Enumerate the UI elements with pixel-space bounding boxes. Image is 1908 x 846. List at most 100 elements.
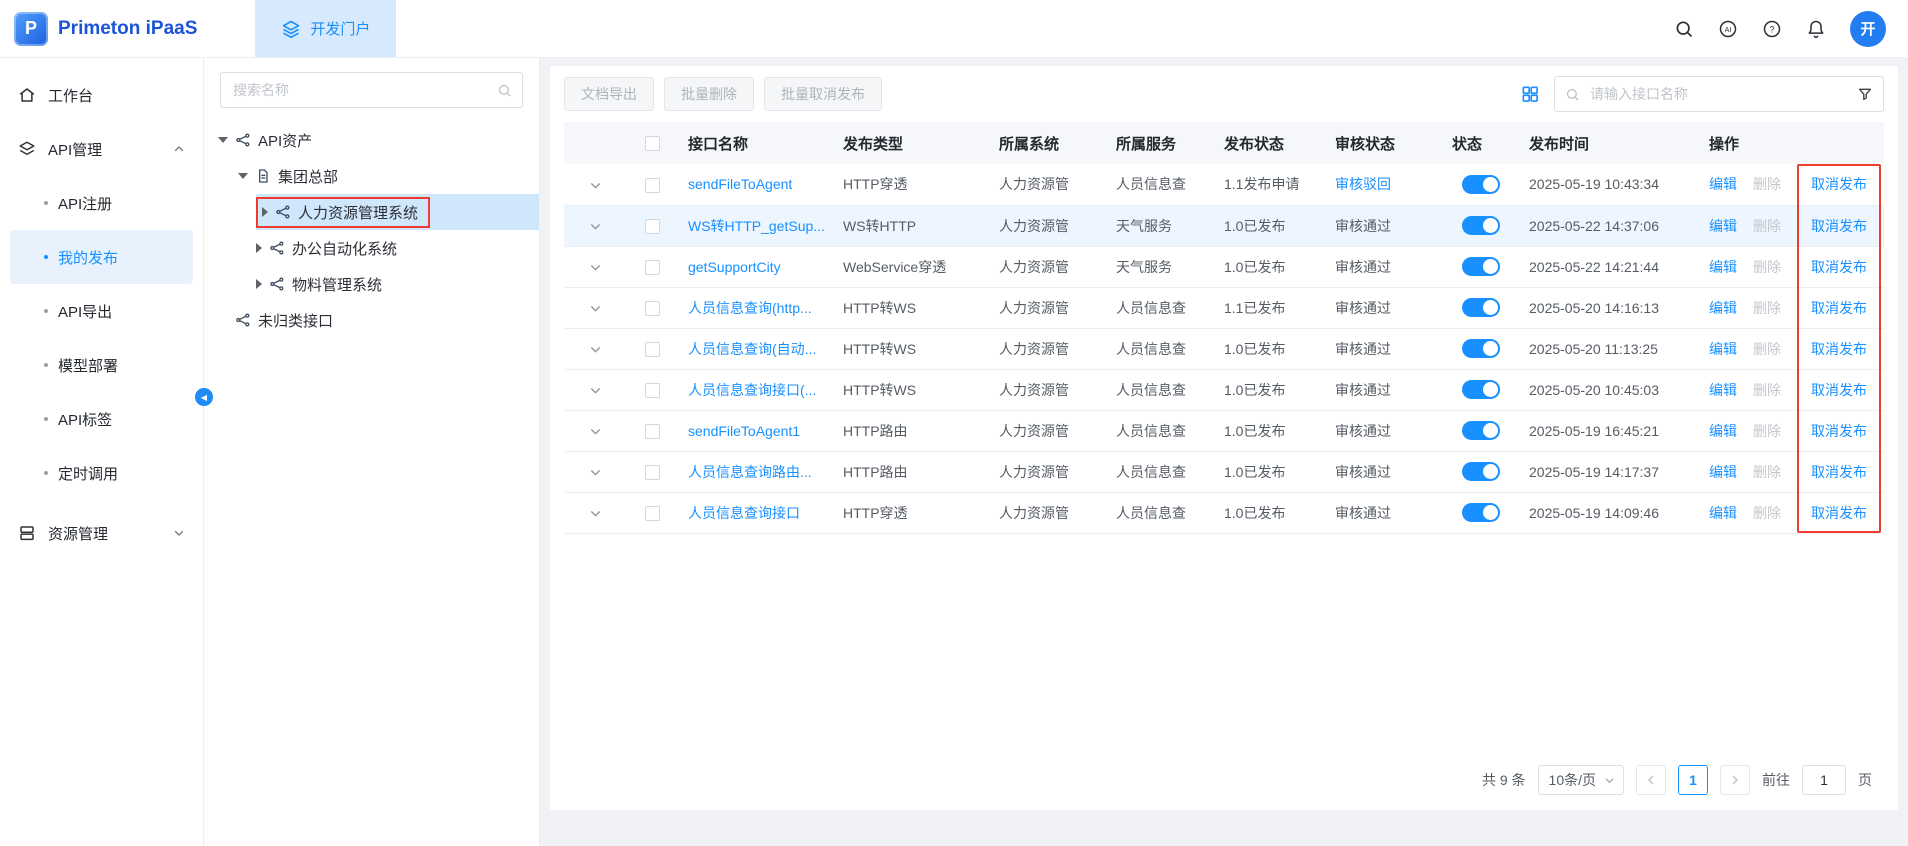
edit-link[interactable]: 编辑 bbox=[1709, 257, 1753, 277]
page-size-select[interactable]: 10条/页 bbox=[1538, 765, 1624, 795]
status-toggle[interactable] bbox=[1462, 339, 1500, 358]
row-expand-icon[interactable] bbox=[589, 466, 602, 479]
edit-link[interactable]: 编辑 bbox=[1709, 216, 1753, 236]
tree-node-uncategorized[interactable]: 未归类接口 bbox=[204, 302, 539, 338]
panel-collapse-handle[interactable]: ◀ bbox=[195, 388, 213, 406]
delete-link[interactable]: 删除 bbox=[1753, 380, 1797, 400]
delete-link[interactable]: 删除 bbox=[1753, 421, 1797, 441]
status-toggle[interactable] bbox=[1462, 257, 1500, 276]
table-row[interactable]: 人员信息查询(自动... HTTP转WS 人力资源管 人员信息查 1.0已发布 … bbox=[564, 328, 1884, 369]
row-checkbox[interactable] bbox=[645, 301, 660, 316]
review-status-link[interactable]: 审核驳回 bbox=[1335, 176, 1391, 192]
api-name-link[interactable]: 人员信息查询接口 bbox=[688, 505, 800, 521]
tree-node-oa-system[interactable]: 办公自动化系统 bbox=[204, 230, 539, 266]
tab-dev-portal[interactable]: 开发门户 bbox=[255, 0, 396, 57]
status-toggle[interactable] bbox=[1462, 421, 1500, 440]
row-checkbox[interactable] bbox=[645, 424, 660, 439]
delete-link[interactable]: 删除 bbox=[1753, 216, 1797, 236]
tree-node-api-assets[interactable]: API资产 bbox=[204, 122, 539, 158]
unpublish-link[interactable]: 取消发布 bbox=[1797, 339, 1881, 359]
search-icon[interactable] bbox=[1674, 19, 1694, 39]
caret-right-icon[interactable] bbox=[262, 207, 268, 217]
bell-icon[interactable] bbox=[1806, 19, 1826, 39]
edit-link[interactable]: 编辑 bbox=[1709, 421, 1753, 441]
sidebar-item-resource-management[interactable]: 资源管理 bbox=[0, 506, 203, 560]
edit-link[interactable]: 编辑 bbox=[1709, 380, 1753, 400]
caret-down-icon[interactable] bbox=[218, 137, 228, 143]
edit-link[interactable]: 编辑 bbox=[1709, 174, 1753, 194]
row-expand-icon[interactable] bbox=[589, 261, 602, 274]
delete-link[interactable]: 删除 bbox=[1753, 174, 1797, 194]
unpublish-link[interactable]: 取消发布 bbox=[1797, 421, 1881, 441]
edit-link[interactable]: 编辑 bbox=[1709, 462, 1753, 482]
prev-page-button[interactable] bbox=[1636, 765, 1666, 795]
page-number-button[interactable]: 1 bbox=[1678, 765, 1708, 795]
doc-export-button[interactable]: 文档导出 bbox=[564, 77, 654, 111]
row-checkbox[interactable] bbox=[645, 342, 660, 357]
table-row[interactable]: 人员信息查询接口(... HTTP转WS 人力资源管 人员信息查 1.0已发布 … bbox=[564, 369, 1884, 410]
unpublish-link[interactable]: 取消发布 bbox=[1797, 174, 1881, 194]
search-icon[interactable] bbox=[497, 83, 512, 98]
edit-link[interactable]: 编辑 bbox=[1709, 503, 1753, 523]
select-all-checkbox[interactable] bbox=[645, 136, 660, 151]
row-expand-icon[interactable] bbox=[589, 220, 602, 233]
user-avatar[interactable]: 开 bbox=[1850, 11, 1886, 47]
filter-icon[interactable] bbox=[1857, 86, 1873, 102]
row-expand-icon[interactable] bbox=[589, 302, 602, 315]
api-name-link[interactable]: WS转HTTP_getSup... bbox=[688, 218, 825, 234]
tree-node-material-system[interactable]: 物料管理系统 bbox=[204, 266, 539, 302]
status-toggle[interactable] bbox=[1462, 503, 1500, 522]
tree-search-input[interactable] bbox=[231, 81, 489, 99]
table-row[interactable]: WS转HTTP_getSup... WS转HTTP 人力资源管 天气服务 1.0… bbox=[564, 205, 1884, 246]
delete-link[interactable]: 删除 bbox=[1753, 503, 1797, 523]
ai-icon[interactable]: AI bbox=[1718, 19, 1738, 39]
table-row[interactable]: 人员信息查询接口 HTTP穿透 人力资源管 人员信息查 1.0已发布 审核通过 … bbox=[564, 492, 1884, 533]
unpublish-link[interactable]: 取消发布 bbox=[1797, 257, 1881, 277]
api-search-input[interactable] bbox=[1588, 85, 1849, 103]
sidebar-item-api-tags[interactable]: API标签 bbox=[10, 392, 193, 446]
api-name-link[interactable]: 人员信息查询(http... bbox=[688, 300, 812, 316]
caret-right-icon[interactable] bbox=[256, 243, 262, 253]
unpublish-link[interactable]: 取消发布 bbox=[1797, 503, 1881, 523]
unpublish-link[interactable]: 取消发布 bbox=[1797, 298, 1881, 318]
sidebar-item-scheduled-call[interactable]: 定时调用 bbox=[10, 446, 193, 500]
edit-link[interactable]: 编辑 bbox=[1709, 298, 1753, 318]
row-expand-icon[interactable] bbox=[589, 425, 602, 438]
next-page-button[interactable] bbox=[1720, 765, 1750, 795]
delete-link[interactable]: 删除 bbox=[1753, 257, 1797, 277]
table-row[interactable]: 人员信息查询路由... HTTP路由 人力资源管 人员信息查 1.0已发布 审核… bbox=[564, 451, 1884, 492]
row-expand-icon[interactable] bbox=[589, 179, 602, 192]
sidebar-item-api-register[interactable]: API注册 bbox=[10, 176, 193, 230]
status-toggle[interactable] bbox=[1462, 380, 1500, 399]
status-toggle[interactable] bbox=[1462, 462, 1500, 481]
caret-right-icon[interactable] bbox=[256, 279, 262, 289]
row-expand-icon[interactable] bbox=[589, 507, 602, 520]
row-checkbox[interactable] bbox=[645, 506, 660, 521]
unpublish-link[interactable]: 取消发布 bbox=[1797, 380, 1881, 400]
display-mode-icon[interactable] bbox=[1520, 84, 1540, 104]
table-row[interactable]: sendFileToAgent HTTP穿透 人力资源管 人员信息查 1.1发布… bbox=[564, 164, 1884, 205]
api-name-link[interactable]: 人员信息查询路由... bbox=[688, 464, 812, 480]
unpublish-link[interactable]: 取消发布 bbox=[1797, 462, 1881, 482]
api-name-link[interactable]: sendFileToAgent bbox=[688, 176, 792, 192]
row-checkbox[interactable] bbox=[645, 260, 660, 275]
sidebar-item-api-management[interactable]: API管理 bbox=[0, 122, 203, 176]
row-expand-icon[interactable] bbox=[589, 384, 602, 397]
sidebar-item-workbench[interactable]: 工作台 bbox=[0, 68, 203, 122]
sidebar-item-my-publish[interactable]: 我的发布 bbox=[10, 230, 193, 284]
table-row[interactable]: 人员信息查询(http... HTTP转WS 人力资源管 人员信息查 1.1已发… bbox=[564, 287, 1884, 328]
batch-delete-button[interactable]: 批量删除 bbox=[664, 77, 754, 111]
api-name-link[interactable]: 人员信息查询接口(... bbox=[688, 382, 816, 398]
delete-link[interactable]: 删除 bbox=[1753, 298, 1797, 318]
sidebar-item-model-deploy[interactable]: 模型部署 bbox=[10, 338, 193, 392]
row-expand-icon[interactable] bbox=[589, 343, 602, 356]
help-icon[interactable]: ? bbox=[1762, 19, 1782, 39]
status-toggle[interactable] bbox=[1462, 175, 1500, 194]
api-name-link[interactable]: getSupportCity bbox=[688, 259, 781, 275]
status-toggle[interactable] bbox=[1462, 298, 1500, 317]
table-row[interactable]: getSupportCity WebService穿透 人力资源管 天气服务 1… bbox=[564, 246, 1884, 287]
edit-link[interactable]: 编辑 bbox=[1709, 339, 1753, 359]
status-toggle[interactable] bbox=[1462, 216, 1500, 235]
delete-link[interactable]: 删除 bbox=[1753, 462, 1797, 482]
batch-unpublish-button[interactable]: 批量取消发布 bbox=[764, 77, 882, 111]
